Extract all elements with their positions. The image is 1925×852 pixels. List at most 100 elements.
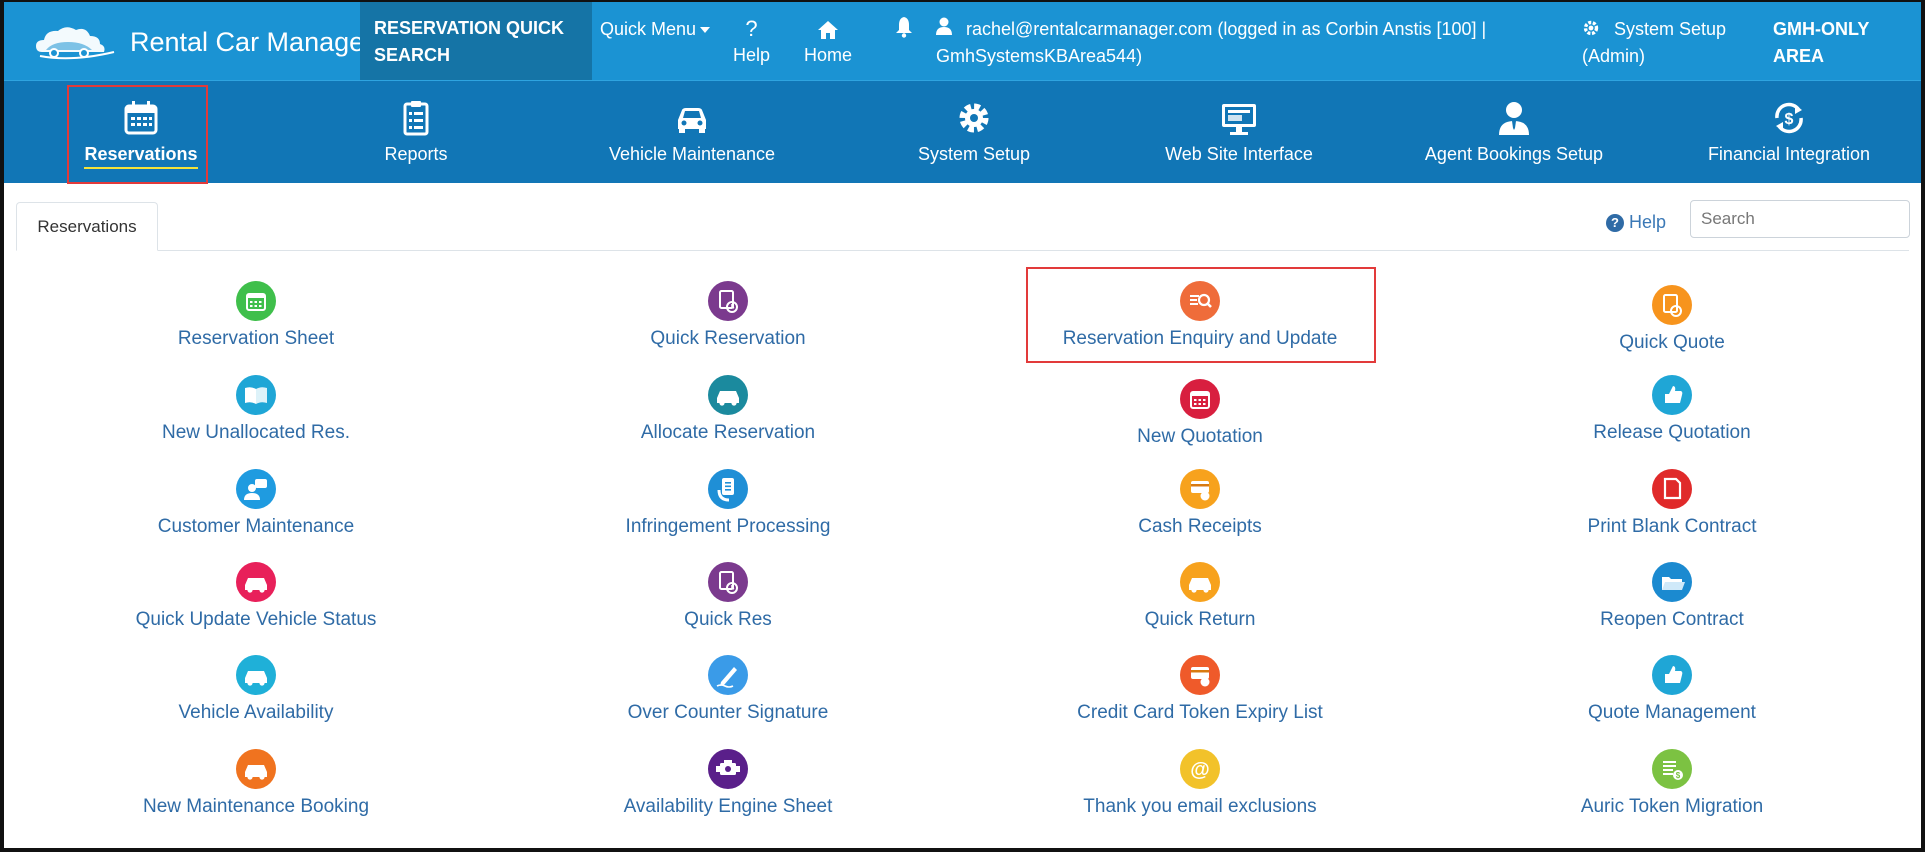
tile-over-counter-signature[interactable]: Over Counter Signature [493,654,963,724]
question-icon: ? [745,16,758,41]
gear-icon [1583,20,1599,36]
tile-label: Cash Receipts [1138,516,1262,537]
tile-quote-management[interactable]: Quote Management [1437,654,1907,724]
tile-label: Reopen Contract [1600,609,1744,630]
tile-quick-reservation[interactable]: Quick Reservation [493,280,963,350]
gmh-only-area-button[interactable]: GMH-ONLY AREA [1773,16,1913,70]
tile-label: Auric Token Migration [1580,796,1764,817]
tile-cash-receipts[interactable]: Cash Receipts [965,468,1435,538]
tile-label: New Quotation [1137,426,1263,447]
agent-icon [1499,102,1529,135]
car-icon [236,562,276,602]
nav-agent-bookings-setup-label: Agent Bookings Setup [1424,144,1604,164]
home-button[interactable]: Home [804,15,852,69]
home-icon [804,15,852,42]
clock-document-icon [708,281,748,321]
tile-label: New Maintenance Booking [142,796,370,817]
gmh-label-1: GMH-ONLY [1773,19,1870,39]
tile-label: Quote Management [1588,702,1756,723]
clipboard-icon [403,101,429,136]
tile-reservation-sheet[interactable]: Reservation Sheet [21,280,491,350]
tile-reopen-contract[interactable]: Reopen Contract [1437,561,1907,631]
nav-financial-integration[interactable]: $ Financial Integration [1689,81,1889,183]
cash-card-icon [1180,469,1220,509]
car-return-icon [1180,562,1220,602]
monitor-icon [1222,104,1256,135]
search-input[interactable] [1690,200,1910,238]
tile-new-unallocated-res[interactable]: New Unallocated Res. [21,374,491,444]
tile-release-quotation[interactable]: Release Quotation [1437,374,1907,444]
tile-quick-return[interactable]: Quick Return [965,561,1435,631]
nav-vehicle-maintenance-label: Vehicle Maintenance [608,144,776,164]
tile-thank-you-email-exclusions[interactable]: @ Thank you email exclusions [965,748,1435,818]
question-circle-icon: ? [1606,214,1624,232]
tile-new-maintenance-booking[interactable]: New Maintenance Booking [21,748,491,818]
nav-reports-label: Reports [384,144,448,164]
clock-document-icon [1652,285,1692,325]
nav-system-setup-label: System Setup [917,144,1031,164]
main-navigation: Reservations Reports Vehicle Maintenance [4,80,1921,183]
engine-icon [708,749,748,789]
car-question-icon [236,655,276,695]
gear-icon [959,103,989,133]
tile-customer-maintenance[interactable]: Customer Maintenance [21,468,491,538]
gmh-label-2: AREA [1773,46,1825,66]
cloud-car-logo-icon [36,27,115,60]
system-setup-admin-button[interactable]: System Setup (Admin) [1582,16,1742,70]
user-account-info[interactable]: rachel@rentalcarmanager.com (logged in a… [936,16,1496,70]
highlight-box-reservation-enquiry [1026,267,1376,363]
calendar-icon [1180,379,1220,419]
user-area-line: GmhSystemsKBArea544) [936,46,1143,66]
help-label: Help [733,45,771,65]
at-sign-icon: @ [1180,749,1220,789]
system-setup-label: System Setup [1614,19,1727,39]
tile-availability-engine-sheet[interactable]: Availability Engine Sheet [493,748,963,818]
app-window: Rental Car Manager RESERVATION QUICK SEA… [4,2,1921,848]
open-folder-icon [1652,562,1692,602]
tab-reservations[interactable]: Reservations [16,202,158,251]
system-setup-admin-label: (Admin) [1582,46,1646,66]
help-link[interactable]: ? Help [1606,212,1666,233]
nav-system-setup[interactable]: System Setup [884,81,1064,183]
tile-label: Availability Engine Sheet [623,796,833,817]
tile-quick-update-vehicle-status[interactable]: Quick Update Vehicle Status [21,561,491,631]
help-link-label: Help [1629,212,1667,232]
tile-new-quotation[interactable]: New Quotation [965,378,1435,448]
thumbs-up-icon [1652,655,1692,695]
nav-agent-bookings-setup[interactable]: Agent Bookings Setup [1404,81,1624,183]
svg-text:@: @ [1190,759,1210,781]
tile-infringement-processing[interactable]: Infringement Processing [493,468,963,538]
highlight-box-reservations [67,85,208,184]
tile-allocate-reservation[interactable]: Allocate Reservation [493,374,963,444]
nav-vehicle-maintenance[interactable]: Vehicle Maintenance [592,81,792,183]
card-cancel-icon [1180,655,1220,695]
home-label: Home [804,45,853,65]
tile-vehicle-availability[interactable]: Vehicle Availability [21,654,491,724]
brand[interactable]: Rental Car Manager [32,22,373,62]
tile-label: Quick Res [684,609,772,630]
nav-reports[interactable]: Reports [348,81,484,183]
nav-web-site-interface-label: Web Site Interface [1165,144,1313,164]
car-swap-icon [708,375,748,415]
tile-quick-res[interactable]: Quick Res [493,561,963,631]
user-icon [936,16,954,43]
bell-icon [896,17,912,38]
tile-quick-quote[interactable]: Quick Quote [1437,284,1907,354]
tile-label: New Unallocated Res. [162,422,350,443]
brand-name: Rental Car Manager [130,26,374,57]
tile-label: Thank you email exclusions [1083,796,1317,817]
tile-label: Release Quotation [1593,422,1751,443]
svg-text:$: $ [1785,111,1794,128]
notifications-button[interactable] [894,16,914,46]
quick-menu-dropdown[interactable]: Quick Menu [600,16,711,43]
tile-credit-card-token-expiry-list[interactable]: Credit Card Token Expiry List [965,654,1435,724]
tile-auric-token-migration[interactable]: $ Auric Token Migration [1437,748,1907,818]
nav-web-site-interface[interactable]: Web Site Interface [1144,81,1334,183]
dollar-sync-icon: $ [1775,102,1803,134]
reservation-quick-search-button[interactable]: RESERVATION QUICK SEARCH [360,2,592,80]
calendar-icon [236,281,276,321]
tile-print-blank-contract[interactable]: Print Blank Contract [1437,468,1907,538]
help-button[interactable]: ? Help [733,15,770,69]
clock-document-icon [708,562,748,602]
thumbs-up-icon [1652,375,1692,415]
